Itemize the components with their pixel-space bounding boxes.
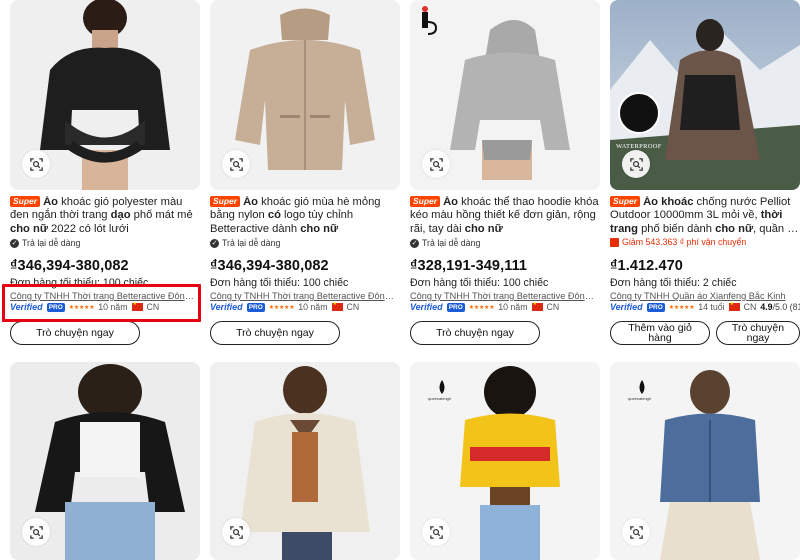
image-search-icon[interactable] [622,150,650,178]
title-bold: Áo [43,196,59,208]
benefit-text: Trả lại dễ dàng [422,238,481,248]
image-search-icon[interactable] [622,518,650,546]
supplier-info: Verified PRO ★★★★★ 10 năm CN [410,301,560,312]
benefit-text: Trả lại dễ dàng [222,238,281,248]
price: ₫1.412.470 [610,258,683,274]
country: CN [346,302,360,312]
china-flag-icon [531,301,543,311]
title-text: phố mát mẻ [130,209,193,222]
price: ₫328,191-349,111 [410,258,528,274]
rating-count: /5.0 (81) [772,302,800,312]
discount-tag-icon [610,237,619,247]
pro-badge: PRO [646,302,665,312]
chat-now-button[interactable]: Trò chuyện ngay [210,321,340,345]
title-bold: cho nữ [715,222,754,235]
benefit-text: Giảm 543.363 ₫ phí vận chuyển [622,237,747,247]
product-image[interactable] [210,0,400,190]
waterproof-label: WATERPROOF [616,143,662,150]
chat-now-button[interactable]: Trò chuyện ngay [716,321,800,345]
title-bold: Áo [443,196,459,208]
title-bold: cho nữ [300,222,339,235]
super-badge: Super [410,196,441,207]
super-badge: Super [610,196,641,207]
price: ₫346,394-380,082 [210,258,329,274]
product-title[interactable]: Super Áo khoác gió mùa hè mỏng bằng nylon… [210,196,400,236]
product-title[interactable]: Super Áo khoác chống nước Pelliot Outdoor… [610,196,800,236]
price: ₫346,394-380,082 [10,258,129,274]
check-icon: ✓ [210,238,219,248]
image-search-icon[interactable] [22,518,50,546]
add-to-cart-button[interactable]: Thêm vào giỏ hàng [610,321,710,345]
image-search-icon[interactable] [222,518,250,546]
min-order: Đơn hàng tối thiểu: 2 chiếc [610,277,737,289]
pro-badge: PRO [246,302,265,312]
supplier-info: Verified PRO ★★★★★ 10 năm CN [210,301,360,312]
easy-return: ✓ Trả lại dễ dàng [410,238,480,248]
supplier-rating: 4.9/5.0 (81) [760,302,800,312]
supplier-link[interactable]: Công ty TNHH Quần áo Xianfeng Bắc Kinh [610,291,796,301]
min-order: Đơn hàng tối thiểu: 100 chiếc [210,277,349,289]
product-title[interactable]: Super Áo khoác gió polyester màu đen ngắn… [10,196,200,236]
title-bold: Áo [243,196,259,208]
check-icon: ✓ [10,238,19,248]
image-search-icon[interactable] [422,150,450,178]
product-title[interactable]: Super Áo khoác thể thao hoodie khóa kéo m… [410,196,600,236]
chat-now-button[interactable]: Trò chuyện ngay [10,321,140,345]
benefit-text: Trả lại dễ dàng [22,238,81,248]
china-flag-icon [331,301,343,311]
supplier-link[interactable]: Công ty TNHH Thời trang Betteractive Đôn… [410,291,596,301]
title-bold: cho nữ [464,222,503,235]
verified-logo: Verified [610,302,643,312]
min-order: Đơn hàng tối thiểu: 100 chiếc [410,277,549,289]
title-text: 2022 có lót lưới [47,222,129,235]
super-badge: Super [210,196,241,207]
shipping-discount: Giảm 543.363 ₫ phí vận chuyển [610,237,746,247]
highlight-box [2,284,201,322]
title-text: phố biến dành [637,222,716,235]
image-search-icon[interactable] [422,518,450,546]
product-image[interactable] [210,362,400,560]
chat-now-button[interactable]: Trò chuyện ngay [410,321,540,345]
check-icon: ✓ [410,238,419,248]
product-image[interactable]: WATERPROOF [610,0,800,190]
supplier-info: Verified PRO ★★★★★ 14 tuổi CN 4.9/5.0 (8… [610,301,800,312]
brand-logo: queenalengh [628,396,652,401]
star-rating-icon: ★★★★★ [668,304,695,311]
country: CN [743,302,757,312]
supplier-link[interactable]: Công ty TNHH Thời trang Betteractive Đôn… [210,291,396,301]
product-image[interactable] [10,362,200,560]
easy-return: ✓ Trả lại dễ dàng [210,238,280,248]
image-search-icon[interactable] [222,150,250,178]
title-bold: Áo khoác [643,196,694,208]
pro-badge: PRO [446,302,465,312]
years: 10 năm [298,302,328,312]
rating-value: 4.9 [760,302,773,312]
star-rating-icon: ★★★★★ [268,304,295,311]
title-bold: dạo [110,209,131,222]
title-bold: cho nữ [10,222,48,235]
image-search-icon[interactable] [22,150,50,178]
years: 10 năm [498,302,528,312]
brand-logo: queenalengh [428,396,452,401]
years: 14 tuổi [698,302,725,312]
verified-logo: Verified [410,302,443,312]
product-image[interactable] [10,0,200,190]
super-badge: Super [10,196,41,207]
china-flag-icon [728,301,740,311]
product-image[interactable] [410,0,600,190]
country: CN [546,302,560,312]
easy-return: ✓ Trả lại dễ dàng [10,238,80,248]
title-bold: có [267,209,281,222]
product-image[interactable]: queenalengh [610,362,800,560]
waterproof-inset [618,92,660,134]
star-rating-icon: ★★★★★ [468,304,495,311]
verified-logo: Verified [210,302,243,312]
product-image[interactable]: queenalengh [410,362,600,560]
